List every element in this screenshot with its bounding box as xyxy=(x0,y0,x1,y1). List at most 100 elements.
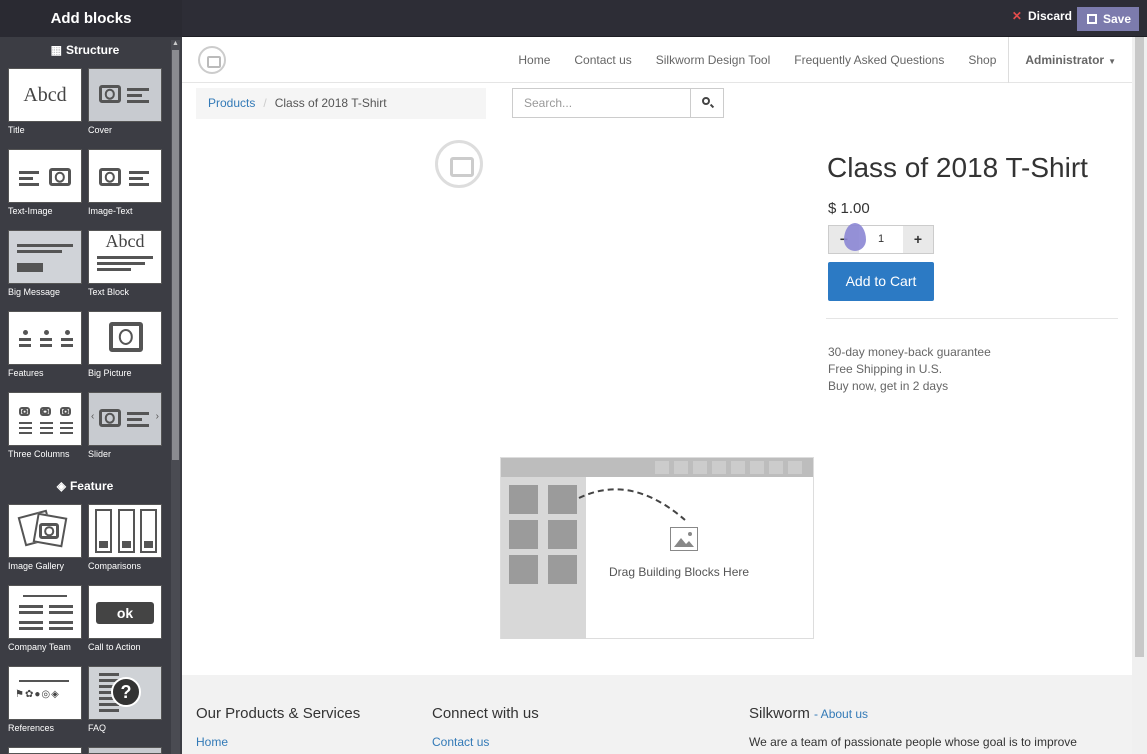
camera-icon xyxy=(49,168,71,186)
panel-title: Add blocks xyxy=(0,0,182,37)
block-title[interactable]: Abcd Title xyxy=(8,68,82,140)
grid-icon: ▦ xyxy=(50,43,62,57)
breadcrumb-current: Class of 2018 T-Shirt xyxy=(274,96,387,110)
block-company-team[interactable]: Company Team xyxy=(8,585,82,657)
search-icon xyxy=(702,97,710,105)
chevron-left-icon: ‹ xyxy=(91,411,95,422)
lines-icon xyxy=(127,85,149,106)
call-to-action-thumbnail: ok xyxy=(88,585,162,639)
increase-quantity-button[interactable]: + xyxy=(903,226,933,253)
block-call-to-action[interactable]: ok Call to Action xyxy=(88,585,162,657)
block-references[interactable]: ⚑✿●◎◈ References xyxy=(8,666,82,738)
camera-icon xyxy=(99,85,121,103)
footer: Our Products & Services Home Connect wit… xyxy=(182,675,1132,754)
block-faq[interactable]: ? FAQ xyxy=(88,666,162,738)
scroll-up-icon[interactable]: ▲ xyxy=(171,40,180,48)
block-features[interactable]: Features xyxy=(8,311,82,383)
block-label: Comparisons xyxy=(88,561,142,571)
blocks-sidebar: ▦ Structure Abcd Title Cover Text-Image I… xyxy=(0,37,182,754)
footer-contact-link[interactable]: Contact us xyxy=(432,735,539,749)
term-line: Free Shipping in U.S. xyxy=(828,362,943,376)
sidebar-scrollbar[interactable]: ▲ xyxy=(171,40,180,754)
camera-icon xyxy=(109,322,143,352)
footer-heading: Connect with us xyxy=(432,705,539,722)
block-label: Image Gallery xyxy=(8,561,65,571)
close-icon: ✕ xyxy=(1011,9,1022,23)
product-price: $ 1.00 xyxy=(828,200,870,217)
block-big-picture[interactable]: Big Picture xyxy=(88,311,162,383)
block-label: FAQ xyxy=(88,723,107,733)
block-label: Text Block xyxy=(88,287,130,297)
footer-home-link[interactable]: Home xyxy=(196,735,360,749)
block-label: Text-Image xyxy=(8,206,53,216)
sidebar-scroll-thumb[interactable] xyxy=(172,50,179,460)
image-text-thumbnail xyxy=(88,149,162,203)
button-shape xyxy=(17,263,43,272)
features-thumbnail xyxy=(8,311,82,365)
product-terms: 30-day money-back guarantee Free Shippin… xyxy=(828,344,991,395)
block-big-message[interactable]: Big Message xyxy=(8,230,82,302)
ok-badge: ok xyxy=(96,602,154,624)
nav-shop[interactable]: Shop xyxy=(956,53,1008,67)
diamond-icon: ◈ xyxy=(56,479,66,493)
product-title: Class of 2018 T-Shirt xyxy=(827,152,1088,183)
block-slider[interactable]: ‹ › Slider xyxy=(88,392,162,464)
nav-home[interactable]: Home xyxy=(506,53,562,67)
faq-thumbnail: ? xyxy=(88,666,162,720)
nav-faq[interactable]: Frequently Asked Questions xyxy=(782,53,956,67)
search-input[interactable]: Search... xyxy=(512,88,724,118)
block-label: Title xyxy=(8,125,25,135)
breadcrumb-products-link[interactable]: Products xyxy=(208,96,255,110)
save-button[interactable]: Save xyxy=(1077,7,1139,31)
cover-thumbnail xyxy=(88,68,162,122)
dashed-arrow-icon xyxy=(578,488,686,521)
user-menu[interactable]: Administrator ▼ xyxy=(1008,37,1132,83)
nav-silkworm-design-tool[interactable]: Silkworm Design Tool xyxy=(644,53,783,67)
drop-zone-label: Drag Building Blocks Here xyxy=(609,565,750,579)
references-thumbnail: ⚑✿●◎◈ xyxy=(8,666,82,720)
about-us-link[interactable]: - About us xyxy=(814,707,868,721)
drop-zone[interactable]: Drag Building Blocks Here xyxy=(500,457,814,639)
block-three-columns[interactable]: Three Columns xyxy=(8,392,82,464)
lines-icon xyxy=(17,241,73,256)
block-text-block[interactable]: Abcd Text Block xyxy=(88,230,162,302)
chevron-right-icon: › xyxy=(155,411,159,422)
camera-icon xyxy=(39,523,59,539)
discard-button[interactable]: ✕ Discard xyxy=(1012,9,1072,23)
site-logo[interactable] xyxy=(198,46,226,74)
block-image-gallery[interactable]: Image Gallery xyxy=(8,504,82,576)
lines-icon xyxy=(127,409,149,430)
block-label: Company Team xyxy=(8,642,71,652)
block-label: Image-Text xyxy=(88,206,133,216)
company-team-thumbnail xyxy=(8,585,82,639)
block-label: Features xyxy=(8,368,44,378)
camera-icon xyxy=(99,168,121,186)
big-picture-thumbnail xyxy=(88,311,162,365)
lines-icon xyxy=(97,253,153,274)
page-scroll-thumb[interactable] xyxy=(1135,37,1144,657)
footer-col-about: Silkworm - About us We are a team of pas… xyxy=(749,705,1077,749)
navbar: Home Contact us Silkworm Design Tool Fre… xyxy=(182,37,1132,83)
slider-thumbnail: ‹ › xyxy=(88,392,162,446)
image-gallery-thumbnail xyxy=(8,504,82,558)
block-label: Three Columns xyxy=(8,449,70,459)
page-scrollbar[interactable] xyxy=(1132,37,1147,754)
nav-contact-us[interactable]: Contact us xyxy=(562,53,643,67)
comparisons-thumbnail xyxy=(88,504,162,558)
footer-col-products: Our Products & Services Home xyxy=(196,705,360,749)
block-text-image[interactable]: Text-Image xyxy=(8,149,82,221)
block-label: Big Picture xyxy=(88,368,132,378)
three-columns-thumbnail xyxy=(8,392,82,446)
footer-heading: Our Products & Services xyxy=(196,705,361,722)
discard-label: Discard xyxy=(1027,9,1072,23)
search-button[interactable] xyxy=(690,89,723,117)
footer-about-text: We are a team of passionate people whose… xyxy=(749,735,1077,749)
block-label: References xyxy=(8,723,55,733)
block-image-text[interactable]: Image-Text xyxy=(88,149,162,221)
image-icon xyxy=(670,527,698,551)
add-to-cart-button[interactable]: Add to Cart xyxy=(828,262,934,301)
block-comparisons[interactable]: Comparisons xyxy=(88,504,162,576)
block-label: Cover xyxy=(88,125,113,135)
block-cover[interactable]: Cover xyxy=(88,68,162,140)
editor-topbar: Add blocks ✕ Discard Save xyxy=(0,0,1147,37)
